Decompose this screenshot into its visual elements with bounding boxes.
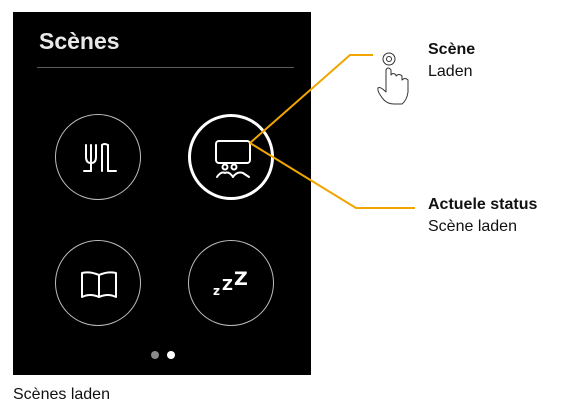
status-callout-line [249, 142, 415, 209]
status-callout-subtitle: Scène laden [428, 218, 517, 235]
status-callout-title: Actuele status [428, 196, 538, 213]
scene-callout-subtitle: Laden [428, 63, 473, 80]
figure-caption: Scènes laden [13, 386, 110, 403]
touch-hand-icon [377, 52, 409, 105]
scene-callout-title: Scène [428, 41, 476, 58]
scene-callout-line [249, 54, 373, 144]
